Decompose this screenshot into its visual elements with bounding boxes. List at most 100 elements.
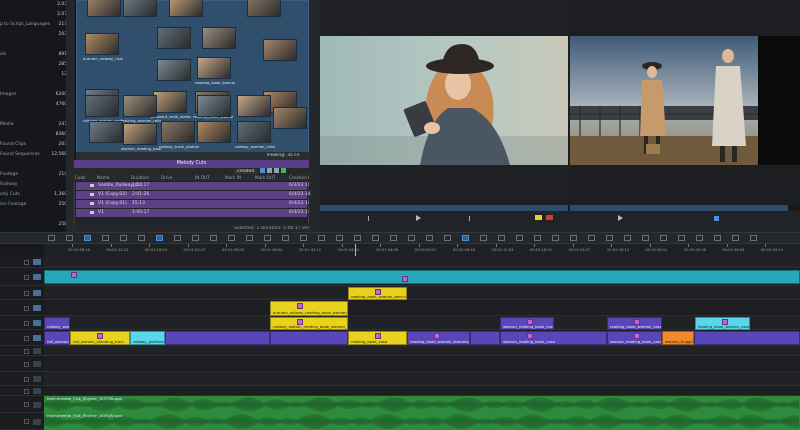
clip-thumbnail[interactable] — [161, 121, 195, 143]
clip-thumbnail[interactable] — [87, 0, 121, 17]
timeline-tool-icon[interactable] — [534, 235, 541, 241]
track-header[interactable] — [0, 330, 44, 346]
clip-thumbnail[interactable] — [169, 0, 203, 17]
stats-row[interactable]: 2,078 — [0, 12, 72, 20]
track-header[interactable] — [0, 286, 44, 300]
timeline-tool-icon[interactable] — [462, 235, 469, 241]
stats-row[interactable]: Railway — [0, 182, 72, 190]
script-view-icon[interactable] — [274, 168, 279, 173]
timeline-tool-icon[interactable] — [138, 235, 145, 241]
clip-thumbnail[interactable] — [89, 121, 123, 143]
sequence-row[interactable]: Saddle_Railway_C... 1:00:17 6/3/23 1/ — [76, 182, 309, 190]
timeline-tool-icon[interactable] — [372, 235, 379, 241]
stats-row[interactable]: als 8914 — [0, 52, 72, 60]
stats-row[interactable]: 2586 — [0, 222, 72, 230]
clip-thumbnail[interactable] — [157, 27, 191, 49]
track-header[interactable] — [0, 413, 44, 430]
column-header[interactable]: Duration — [131, 175, 149, 180]
track-header[interactable] — [0, 300, 44, 316]
clip-thumbnail[interactable] — [157, 59, 191, 81]
track-lock-icon[interactable] — [24, 361, 29, 367]
clip-thumbnail[interactable] — [247, 0, 281, 17]
clip-thumbnail[interactable] — [123, 95, 157, 117]
source-monitor-frame[interactable] — [320, 36, 568, 165]
timeline-tool-icon[interactable] — [246, 235, 253, 241]
clip-thumbnail[interactable] — [197, 57, 231, 79]
track-select-button[interactable] — [33, 361, 41, 367]
timeline-tool-icon[interactable] — [516, 235, 523, 241]
stats-row[interactable]: ion Footage 2504 — [0, 202, 72, 210]
track-select-button[interactable] — [33, 388, 41, 394]
timeline-tool-icon[interactable] — [696, 235, 703, 241]
timeline-clip[interactable] — [470, 331, 500, 345]
track-select-button[interactable] — [33, 401, 41, 408]
stats-row[interactable]: 83604 — [0, 132, 72, 140]
record-monitor-frame[interactable] — [570, 36, 758, 165]
track-header[interactable] — [0, 396, 44, 413]
play-icon[interactable] — [416, 215, 421, 221]
track-select-button[interactable] — [33, 376, 41, 382]
timeline-clip[interactable]: woman_reading_book_case_bench — [500, 317, 554, 330]
track-lock-icon[interactable] — [24, 402, 29, 407]
mark-in-icon[interactable] — [368, 216, 373, 221]
timeline-tool-icon[interactable] — [390, 235, 397, 241]
filter-dropdown[interactable]: created — [234, 168, 258, 174]
clip-thumbnail[interactable] — [202, 27, 236, 49]
column-header[interactable]: Name — [97, 175, 109, 180]
timeline-clip[interactable]: rail_woman_standing_train — [70, 331, 130, 345]
track-header[interactable] — [0, 256, 44, 268]
timeline-tool-icon[interactable] — [552, 235, 559, 241]
splice-icon[interactable] — [535, 215, 542, 220]
timeline-tool-icon[interactable] — [48, 235, 55, 241]
column-header[interactable]: Color — [75, 175, 86, 180]
clip-thumbnail[interactable] — [237, 121, 271, 143]
timeline-tool-icon[interactable] — [282, 235, 289, 241]
stats-row[interactable]: Images 62006 — [0, 92, 72, 100]
stats-row[interactable]: 2,034 — [0, 2, 72, 10]
track-select-button[interactable] — [33, 335, 41, 341]
timeline-tool-icon[interactable] — [642, 235, 649, 241]
stats-row[interactable] — [0, 212, 72, 220]
clip-thumbnail[interactable] — [197, 121, 231, 143]
storyboard-icon[interactable] — [281, 168, 286, 173]
timeline-tool-icon[interactable] — [84, 235, 91, 241]
timeline-tool-icon[interactable] — [318, 235, 325, 241]
track-header[interactable] — [0, 356, 44, 372]
clip-thumbnail[interactable] — [263, 39, 297, 61]
track-lock-icon[interactable] — [24, 259, 29, 265]
sequence-row[interactable]: V1 (Copy.02) 2:01:26 6/4/23 14 — [76, 191, 311, 199]
track-select-button[interactable] — [33, 348, 41, 354]
track-header[interactable] — [0, 372, 44, 386]
track-select-button[interactable] — [33, 305, 41, 311]
clip-thumbnail[interactable] — [273, 107, 307, 129]
panel-divider[interactable] — [309, 0, 320, 232]
timeline-clip[interactable]: rail_woman_bench — [44, 331, 70, 345]
stats-row[interactable]: 128 — [0, 72, 72, 80]
list-view-icon[interactable] — [260, 168, 265, 173]
track-select-button[interactable] — [33, 418, 41, 425]
track-header[interactable] — [0, 346, 44, 356]
timeline-clip[interactable] — [270, 331, 348, 345]
stats-row[interactable]: Footage 2144 — [0, 172, 72, 180]
timeline-tool-icon[interactable] — [408, 235, 415, 241]
stats-row[interactable] — [0, 42, 72, 50]
track-lock-icon[interactable] — [24, 376, 29, 382]
stats-row[interactable]: Found Clips 2036 — [0, 142, 72, 150]
timeline-clip[interactable]: reading_book_woman_case — [607, 317, 662, 330]
stats-row[interactable]: 2030 — [0, 32, 72, 40]
clip-thumbnail[interactable] — [123, 123, 157, 145]
record-play-icon[interactable] — [618, 215, 623, 221]
timeline-tool-icon[interactable] — [66, 235, 73, 241]
track-header[interactable] — [0, 268, 44, 286]
track-header[interactable] — [0, 386, 44, 396]
sequence-row[interactable]: V1 (Copy.01) 15:13 6/4/23 1/ — [76, 200, 309, 208]
timeline-clip[interactable]: railway_woman_bench — [44, 317, 70, 330]
timeline-tool-icon[interactable] — [570, 235, 577, 241]
track-lock-icon[interactable] — [24, 348, 29, 354]
column-header[interactable]: Drive — [161, 175, 172, 180]
column-header[interactable]: Mark IN — [225, 175, 241, 180]
timeline-tool-icon[interactable] — [678, 235, 685, 241]
track-lock-icon[interactable] — [24, 290, 29, 296]
timeline-tool-icon[interactable] — [174, 235, 181, 241]
timeline-clip[interactable]: holding_book_woman_case — [695, 317, 750, 330]
